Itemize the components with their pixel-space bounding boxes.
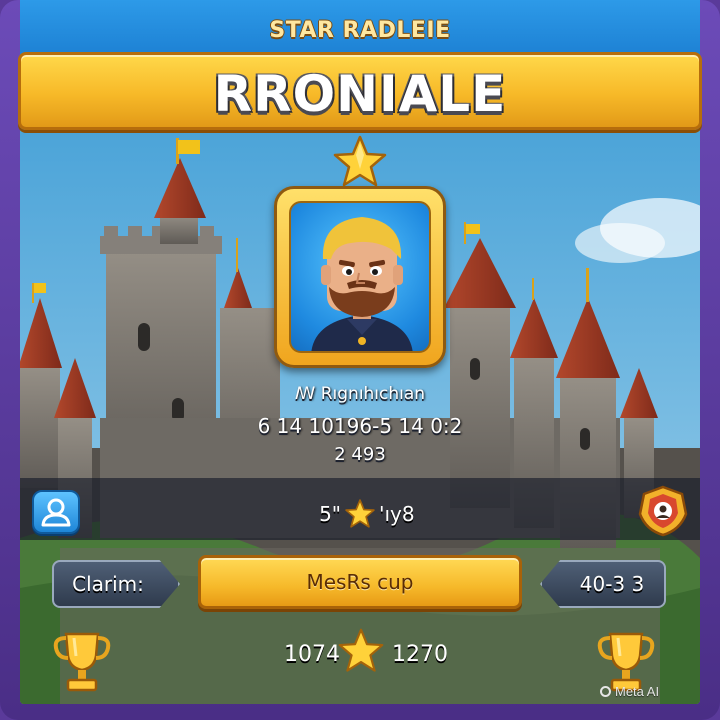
- star-icon: [345, 499, 375, 528]
- main-action-label: MesRs cup: [306, 570, 414, 594]
- score-label: 40-3 3: [579, 572, 645, 596]
- star-icon: [333, 135, 387, 187]
- score-plate[interactable]: 40-3 3: [540, 560, 666, 608]
- game-frame: STAR RADLEIE RRONIALE ꟿ Rıgnıhıchıan 6 1…: [0, 0, 720, 720]
- trophy-icon: [53, 632, 111, 692]
- player-stats: 6 14 10196-5 14 0:2: [257, 414, 463, 438]
- mid-right-value: 'ıy8: [379, 502, 415, 526]
- watermark-text: Meta AI: [615, 683, 660, 699]
- mid-left-value: 5": [319, 502, 341, 526]
- header-subtitle: STAR RADLEIE: [269, 18, 451, 43]
- friends-button[interactable]: [32, 490, 80, 534]
- claim-button[interactable]: Clarim:: [52, 560, 180, 608]
- right-trophy-count: 1270: [392, 642, 448, 667]
- bearded-king-avatar: [311, 217, 413, 351]
- left-trophy-count: 1074: [284, 642, 340, 667]
- user-icon: [41, 498, 71, 527]
- mid-star-counter: 5" 'ıy8: [300, 494, 420, 534]
- claim-label: Clarim:: [72, 572, 144, 596]
- game-title: RRONIALE: [213, 65, 507, 123]
- star-icon: [338, 628, 384, 672]
- watermark-logo-icon: [600, 685, 611, 697]
- watermark: Meta AI: [600, 680, 710, 702]
- main-action-button[interactable]: MesRs cup: [198, 555, 522, 609]
- title-banner: RRONIALE: [18, 52, 702, 130]
- crest-icon[interactable]: [636, 484, 690, 538]
- player-level: 2 493: [334, 444, 386, 465]
- player-name: ꟿ Rıgnıhıchıan: [294, 384, 426, 404]
- player-avatar: [289, 201, 431, 353]
- player-portrait-frame[interactable]: [274, 186, 446, 368]
